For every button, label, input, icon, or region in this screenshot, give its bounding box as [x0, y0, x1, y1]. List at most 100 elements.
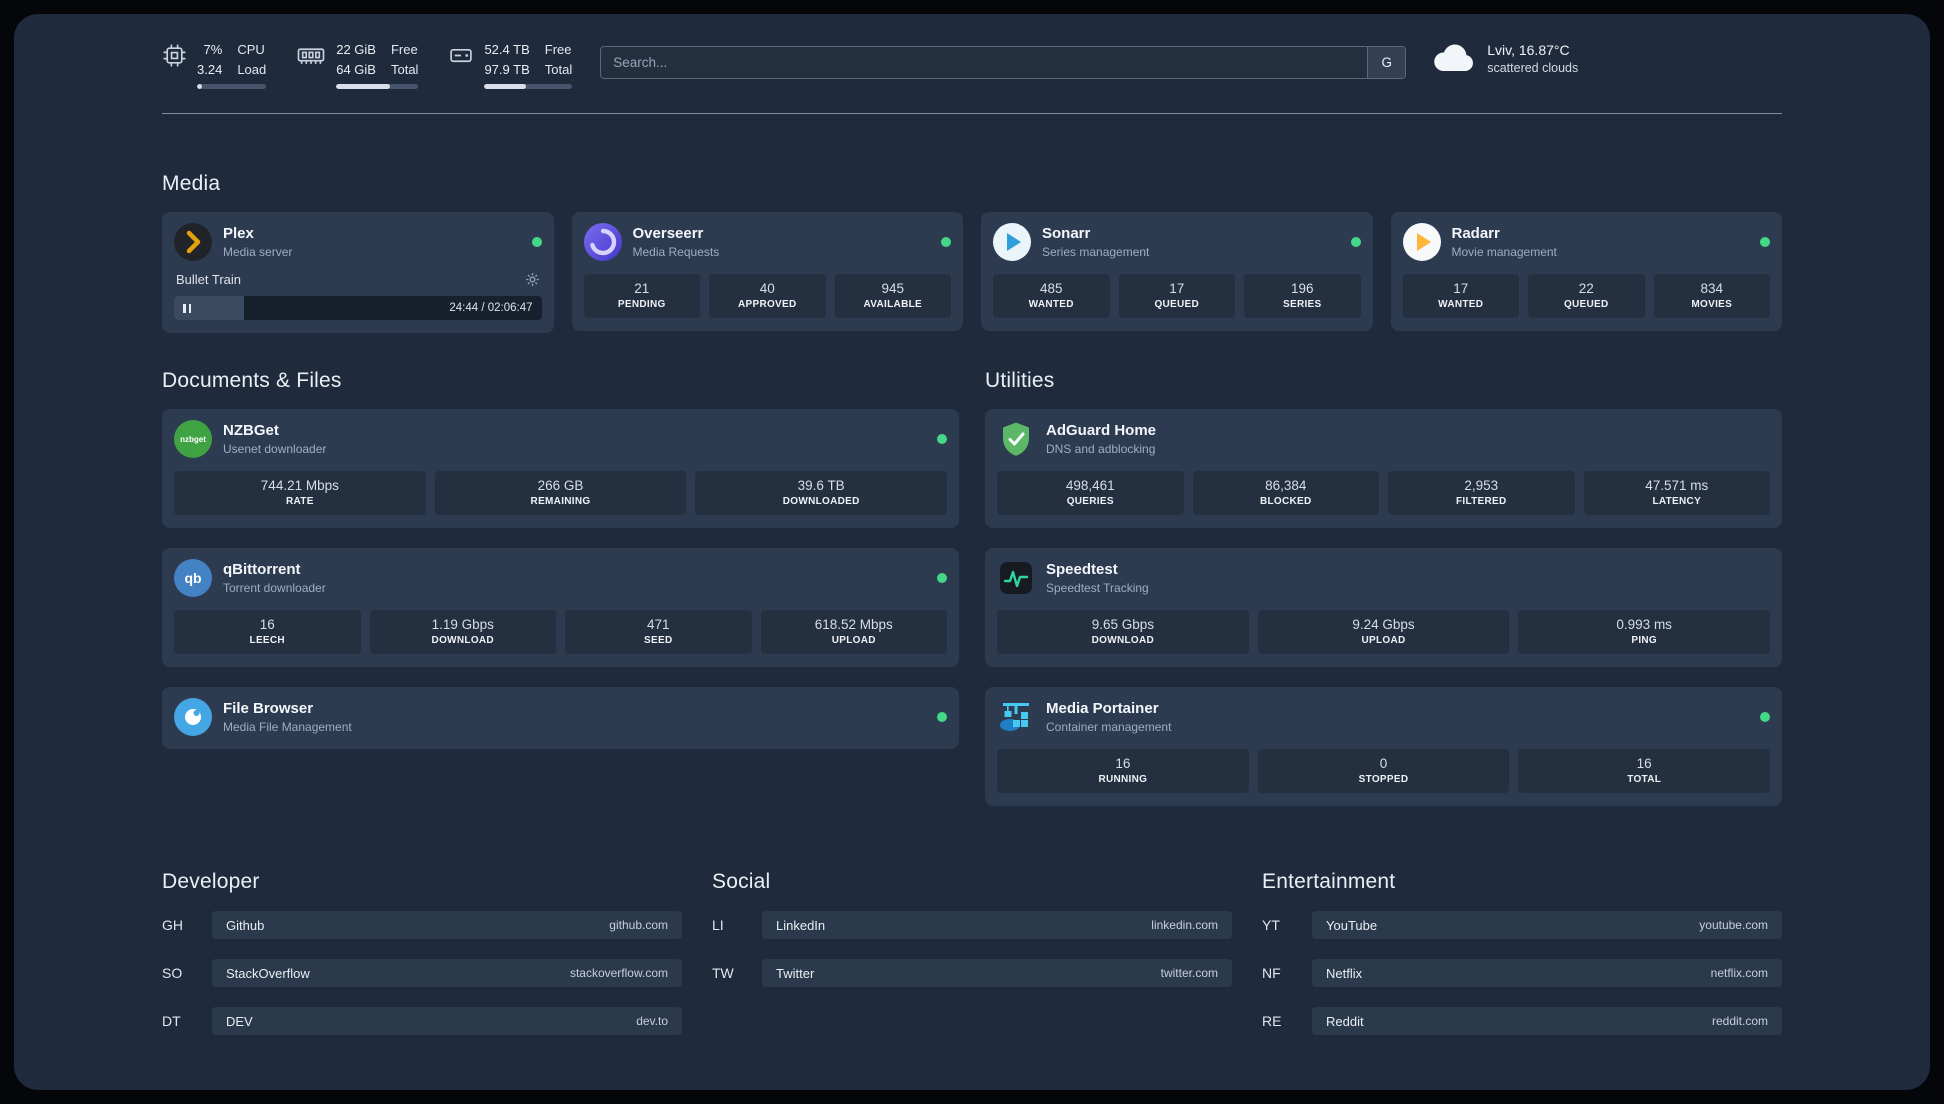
disk-progress-fill: [484, 84, 526, 89]
service-description: Media File Management: [223, 720, 352, 734]
service-description: Torrent downloader: [223, 581, 326, 595]
bookmark-strip: Netflix netflix.com: [1312, 959, 1782, 987]
plex-playback-bar: 24:44 / 02:06:47: [174, 296, 542, 320]
disk-free-value: 52.4 TB: [484, 42, 530, 57]
stat-running: 16 RUNNING: [997, 749, 1249, 793]
stat-latency: 47.571 ms LATENCY: [1583, 471, 1770, 515]
speedtest-icon: [1000, 562, 1032, 594]
filebrowser-icon: [174, 698, 212, 736]
status-dot-online: [941, 237, 951, 247]
disk-metric: 52.4 TB 97.9 TB Free Total: [448, 40, 573, 89]
bookmark-reddit[interactable]: RE Reddit reddit.com: [1262, 1007, 1782, 1035]
status-dot-online: [531, 237, 542, 247]
middle-columns: Documents & Files nzbget NZBGet Usenet d…: [162, 369, 1782, 806]
cpu-progress-bar: [197, 84, 267, 89]
service-card-sonarr[interactable]: Sonarr Series management 485 WANTED 17 Q…: [981, 212, 1373, 331]
bookmark-name: Netflix: [1326, 965, 1363, 981]
service-card-overseerr[interactable]: Overseerr Media Requests 21 PENDING 40 A…: [571, 212, 963, 331]
bookmark-url: youtube.com: [1699, 918, 1768, 932]
memory-metric: 22 GiB 64 GiB Free Total: [296, 40, 419, 89]
bookmark-abbr: GH: [162, 917, 183, 933]
service-name: qBittorrent: [223, 561, 301, 578]
status-dot-online: [937, 434, 947, 444]
service-card-portainer[interactable]: Media Portainer Container management 16 …: [985, 687, 1782, 806]
stat-seed: 471 SEED: [565, 610, 752, 654]
bookmark-strip: Github github.com: [212, 911, 682, 939]
service-name: Media Portainer: [1046, 700, 1159, 717]
stat-queued: 22 QUEUED: [1528, 274, 1645, 318]
stat-wanted: 485 WANTED: [993, 274, 1110, 318]
bookmark-name: DEV: [226, 1013, 253, 1029]
service-description: Container management: [1046, 720, 1172, 734]
bookmark-abbr: NF: [1262, 965, 1281, 981]
bookmark-github[interactable]: GH Github github.com: [162, 911, 682, 939]
service-name: AdGuard Home: [1046, 422, 1157, 439]
bookmark-strip: StackOverflow stackoverflow.com: [212, 959, 682, 987]
section-entertainment: Entertainment YT YouTube youtube.com NF …: [1262, 870, 1782, 1035]
dashboard-frame: 7% 3.24 CPU Load 22 GiB 64 GiB Free Tota…: [14, 14, 1930, 1090]
service-description: Series management: [1042, 245, 1150, 259]
stat-movies: 834 MOVIES: [1653, 274, 1770, 318]
stat-stopped: 0 STOPPED: [1257, 749, 1510, 793]
service-name: Overseerr: [632, 225, 704, 242]
bookmark-abbr: TW: [712, 965, 734, 981]
cpu-icon: [163, 44, 186, 67]
status-dot-online: [1760, 237, 1770, 247]
disk-progress-bar: [484, 84, 573, 89]
stat-queued: 17 QUEUED: [1118, 274, 1235, 318]
stat-queries: 498,461 QUERIES: [997, 471, 1184, 515]
section-title-developer: Developer: [162, 870, 260, 893]
service-description: Media server: [223, 245, 293, 259]
memory-icon: [297, 48, 325, 64]
bookmarks-area: Developer GH Github github.com SO StackO…: [162, 870, 1782, 1035]
stat-filtered: 2,953 FILTERED: [1388, 471, 1575, 515]
bookmark-abbr: SO: [162, 965, 183, 981]
weather-widget: Lviv, 16.87°C scattered clouds: [1432, 42, 1578, 75]
stat-leech: 16 LEECH: [174, 610, 361, 654]
memory-total-value: 64 GiB: [336, 61, 376, 77]
cpu-metric-body: 7% 3.24 CPU Load: [197, 40, 267, 89]
bookmark-name: LinkedIn: [776, 917, 826, 933]
qbittorrent-icon: qb: [174, 559, 212, 597]
service-card-radarr[interactable]: Radarr Movie management 17 WANTED 22 QUE…: [1390, 212, 1782, 331]
stat-download: 9.65 Gbps DOWNLOAD: [997, 610, 1249, 654]
svg-text:nzbget: nzbget: [180, 435, 206, 444]
service-name: Sonarr: [1042, 225, 1091, 242]
bookmark-linkedin[interactable]: LI LinkedIn linkedin.com: [712, 911, 1232, 939]
bookmark-youtube[interactable]: YT YouTube youtube.com: [1262, 911, 1782, 939]
service-card-adguard[interactable]: AdGuard Home DNS and adblocking 498,461 …: [985, 409, 1782, 528]
service-description: Usenet downloader: [223, 442, 327, 456]
service-card-filebrowser[interactable]: File Browser Media File Management: [162, 687, 959, 749]
bookmark-url: dev.to: [636, 1014, 668, 1028]
bookmark-dev[interactable]: DT DEV dev.to: [162, 1007, 682, 1035]
section-media: Media Plex Media server Bullet Train 24:…: [162, 172, 1782, 333]
bookmark-netflix[interactable]: NF Netflix netflix.com: [1262, 959, 1782, 987]
memory-metric-body: 22 GiB 64 GiB Free Total: [336, 40, 419, 89]
bookmark-url: netflix.com: [1710, 966, 1768, 980]
bookmark-name: YouTube: [1326, 917, 1378, 933]
gear-icon[interactable]: [525, 272, 540, 287]
service-card-speedtest[interactable]: Speedtest Speedtest Tracking 9.65 Gbps D…: [985, 548, 1782, 667]
service-card-qbittorrent[interactable]: qb qBittorrent Torrent downloader 16 LEE…: [162, 548, 959, 667]
status-dot-online: [937, 712, 947, 722]
bookmark-abbr: LI: [712, 917, 724, 933]
service-card-plex[interactable]: Plex Media server Bullet Train 24:44 / 0…: [162, 212, 554, 333]
search-input[interactable]: [601, 47, 1368, 78]
bookmark-strip: Reddit reddit.com: [1312, 1007, 1782, 1035]
bookmark-name: Reddit: [1326, 1013, 1364, 1029]
cpu-load-value: 3.24: [197, 61, 223, 77]
section-social: Social LI LinkedIn linkedin.com TW Twitt…: [712, 870, 1232, 987]
system-metrics: 7% 3.24 CPU Load 22 GiB 64 GiB Free Tota…: [162, 40, 573, 89]
plex-icon: [174, 223, 212, 261]
search-provider-button[interactable]: G: [1367, 47, 1406, 78]
section-utilities: Utilities AdGuard Home DNS and adblockin…: [985, 369, 1782, 806]
search-bar: G: [600, 46, 1407, 79]
bookmark-strip: Twitter twitter.com: [762, 959, 1232, 987]
stat-blocked: 86,384 BLOCKED: [1192, 471, 1379, 515]
cpu-load-label: Load: [237, 61, 267, 77]
playback-time: 24:44 / 02:06:47: [449, 302, 533, 314]
bookmark-stackoverflow[interactable]: SO StackOverflow stackoverflow.com: [162, 959, 682, 987]
bookmark-twitter[interactable]: TW Twitter twitter.com: [712, 959, 1232, 987]
cpu-usage-value: 7%: [203, 42, 223, 57]
service-card-nzbget[interactable]: nzbget NZBGet Usenet downloader 744.21 M…: [162, 409, 959, 528]
